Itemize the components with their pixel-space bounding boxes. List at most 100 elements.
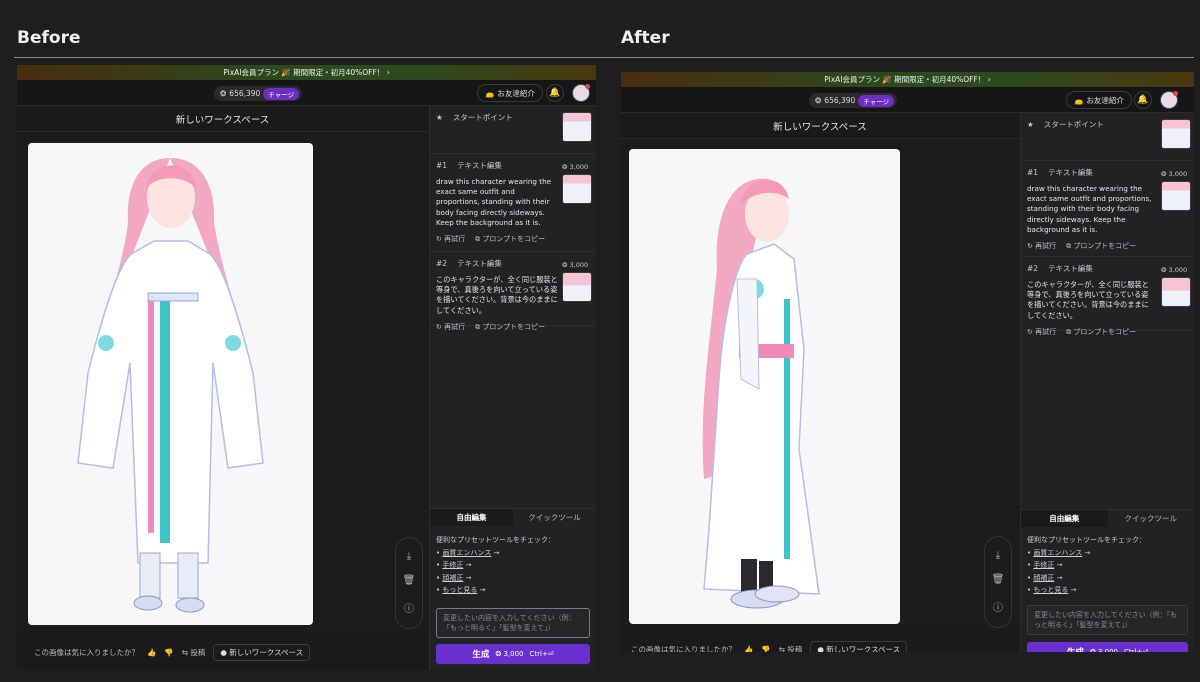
credits-badge: ❂ 656,390 チャージ: [214, 86, 303, 101]
thumbs-up-icon[interactable]: 👍: [147, 648, 156, 657]
retry-button[interactable]: ↻ 再試行: [1027, 241, 1056, 251]
avatar[interactable]: [1160, 91, 1178, 109]
bell-icon[interactable]: 🔔: [546, 84, 564, 102]
before-label: Before: [17, 28, 81, 48]
download-icon[interactable]: ⤓: [407, 551, 411, 562]
title-divider: [14, 57, 1194, 58]
after-panel: PixAI会員プラン 🎉 期間限定・初月40%OFF！ › ❂ 656,390 …: [621, 72, 1194, 652]
entry-thumbnail[interactable]: [1161, 277, 1191, 307]
entry-thumbnail[interactable]: [1161, 181, 1191, 211]
image-tools: ⤓ 🗑 ⓘ: [395, 537, 423, 629]
gift-icon: 👝: [1074, 95, 1084, 105]
entry-prompt: このキャラクターが、全く同じ服装と等身で、真後ろを向いて立っている姿を描いてくだ…: [1027, 280, 1149, 320]
new-workspace-button[interactable]: ● 新しいワークスペース: [213, 643, 311, 661]
retry-button[interactable]: ↻ 再試行: [1027, 327, 1056, 337]
new-workspace-button[interactable]: ● 新しいワークスペース: [810, 640, 908, 652]
trash-icon[interactable]: 🗑: [992, 574, 1005, 585]
copy-prompt-button[interactable]: ⧉ プロンプトをコピー: [475, 322, 545, 332]
info-icon[interactable]: ⓘ: [404, 600, 414, 615]
after-label: After: [621, 28, 670, 48]
history-entry-2[interactable]: #2 テキスト編集 ❂ 3,000 このキャラクターが、全く同じ服装と等身で、真後…: [430, 252, 596, 331]
history-entry-2[interactable]: #2 テキスト編集 ❂ 3,000 このキャラクターが、全く同じ服装と等身で、真後…: [1021, 257, 1194, 336]
avatar[interactable]: [572, 84, 590, 102]
tip-item[interactable]: • 手修正 →: [1027, 559, 1146, 572]
feedback-bar: この画像は気に入りましたか？ 👍 👎 ⇆ 投稿 ● 新しいワークスペース: [34, 641, 311, 663]
thumbs-up-icon[interactable]: 👍: [744, 645, 753, 653]
image-tools: ⤓ 🗑 ⓘ: [984, 536, 1012, 628]
top-bar: ❂ 656,390 チャージ 👝 お友達紹介 🔔: [17, 80, 596, 106]
tab-quick-tool[interactable]: クイックツール: [513, 509, 596, 526]
tip-item[interactable]: • 手修正 →: [436, 559, 555, 572]
star-icon: ★: [1027, 120, 1034, 129]
entry-cost: ❂ 3,000: [562, 261, 589, 269]
download-icon[interactable]: ⤓: [996, 550, 1000, 561]
workspace-title: 新しいワークスペース: [17, 106, 428, 132]
edit-prompt-input[interactable]: 変更したい内容を入力してください（例：「もっと明るく」「髪型を変えて」）: [1027, 605, 1188, 635]
edit-tabs: 自由編集 クイックツール: [1021, 509, 1194, 527]
retry-button[interactable]: ↻ 再試行: [436, 234, 465, 244]
promo-banner[interactable]: PixAI会員プラン 🎉 期間限定・初月40%OFF！ ›: [17, 65, 596, 80]
edit-prompt-input[interactable]: 変更したい内容を入力してください（例：「もっと明るく」「髪型を変えて」）: [436, 608, 590, 638]
invite-button[interactable]: 👝 お友達紹介: [1066, 91, 1132, 109]
bell-icon[interactable]: 🔔: [1134, 91, 1152, 109]
entry-thumbnail[interactable]: [562, 174, 592, 204]
workspace-title: 新しいワークスペース: [621, 113, 1019, 139]
notification-dot: [1173, 91, 1178, 96]
entry-prompt: draw this character wearing the exact sa…: [1027, 184, 1152, 234]
entry-cost: ❂ 3,000: [1161, 266, 1188, 274]
tab-quick-tool[interactable]: クイックツール: [1108, 510, 1195, 527]
start-point-entry[interactable]: ★ スタートポイント: [1021, 113, 1194, 161]
preset-tips: 便利なプリセットツールをチェック： • 画質エンハンス → • 手修正 → • …: [1027, 534, 1146, 597]
result-image[interactable]: [629, 149, 900, 624]
post-button[interactable]: ⇆ 投稿: [779, 644, 803, 653]
credit-icon: ❂: [815, 96, 822, 105]
thumbs-down-icon[interactable]: 👎: [761, 645, 770, 653]
tip-item[interactable]: • もっと見る →: [1027, 584, 1146, 597]
promo-banner[interactable]: PixAI会員プラン 🎉 期間限定・初月40%OFF！ ›: [621, 72, 1194, 87]
tip-item[interactable]: • もっと見る →: [436, 584, 555, 597]
retry-button[interactable]: ↻ 再試行: [436, 322, 465, 332]
tab-free-edit[interactable]: 自由編集: [430, 509, 513, 526]
charge-button[interactable]: チャージ: [263, 87, 300, 100]
tip-item[interactable]: • 顔補正 →: [436, 572, 555, 585]
post-button[interactable]: ⇆ 投稿: [182, 647, 206, 658]
character-front-illustration: [77, 158, 264, 613]
history-panel: ★ スタートポイント #1 テキスト編集 ❂ 3,000 draw this cha…: [1020, 113, 1194, 652]
preset-tips: 便利なプリセットツールをチェック： • 画質エンハンス → • 手修正 → • …: [436, 534, 555, 597]
start-point-entry[interactable]: ★ スタートポイント: [430, 106, 596, 154]
tip-item[interactable]: • 顔補正 →: [1027, 572, 1146, 585]
charge-button[interactable]: チャージ: [858, 94, 895, 107]
edit-tabs: 自由編集 クイックツール: [430, 508, 596, 526]
copy-prompt-button[interactable]: ⧉ プロンプトをコピー: [1066, 241, 1136, 251]
gift-icon: 👝: [485, 88, 495, 98]
history-entry-1[interactable]: #1 テキスト編集 ❂ 3,000 draw this character wea…: [1021, 161, 1194, 257]
notification-dot: [585, 84, 590, 89]
entry-cost: ❂ 3,000: [562, 163, 589, 171]
result-image[interactable]: [28, 143, 313, 625]
tip-item[interactable]: • 画質エンハンス →: [436, 547, 555, 560]
invite-button[interactable]: 👝 お友達紹介: [477, 84, 543, 102]
start-thumbnail[interactable]: [562, 112, 592, 142]
credit-icon: ❂: [220, 89, 227, 98]
generate-button[interactable]: 生成 ❂ 3,000 Ctrl+⏎: [1027, 642, 1188, 652]
generate-button[interactable]: 生成 ❂ 3,000 Ctrl+⏎: [436, 644, 590, 664]
copy-prompt-button[interactable]: ⧉ プロンプトをコピー: [475, 234, 545, 244]
before-panel: PixAI会員プラン 🎉 期間限定・初月40%OFF！ › ❂ 656,390 …: [17, 65, 596, 670]
history-panel: ★ スタートポイント #1 テキスト編集 ❂ 3,000 draw this cha…: [429, 106, 596, 670]
entry-cost: ❂ 3,000: [1161, 170, 1188, 178]
copy-prompt-button[interactable]: ⧉ プロンプトをコピー: [1066, 327, 1136, 337]
thumbs-down-icon[interactable]: 👎: [164, 648, 173, 657]
trash-icon[interactable]: 🗑: [403, 575, 416, 586]
start-thumbnail[interactable]: [1161, 119, 1191, 149]
history-entry-1[interactable]: #1 テキスト編集 ❂ 3,000 draw this character wea…: [430, 154, 596, 252]
top-bar: ❂ 656,390 チャージ 👝 お友達紹介 🔔: [621, 87, 1194, 113]
entry-thumbnail[interactable]: [562, 272, 592, 302]
credits-badge: ❂ 656,390 チャージ: [809, 93, 898, 108]
info-icon[interactable]: ⓘ: [993, 599, 1003, 614]
star-icon: ★: [436, 113, 443, 122]
character-side-illustration: [702, 178, 820, 609]
entry-prompt: このキャラクターが、全く同じ服装と等身で、真後ろを向いて立っている姿を描いてくだ…: [436, 275, 558, 315]
tab-free-edit[interactable]: 自由編集: [1021, 510, 1108, 527]
feedback-bar: この画像は気に入りましたか？ 👍 👎 ⇆ 投稿 ● 新しいワークスペース: [631, 638, 908, 653]
tip-item[interactable]: • 画質エンハンス →: [1027, 547, 1146, 560]
